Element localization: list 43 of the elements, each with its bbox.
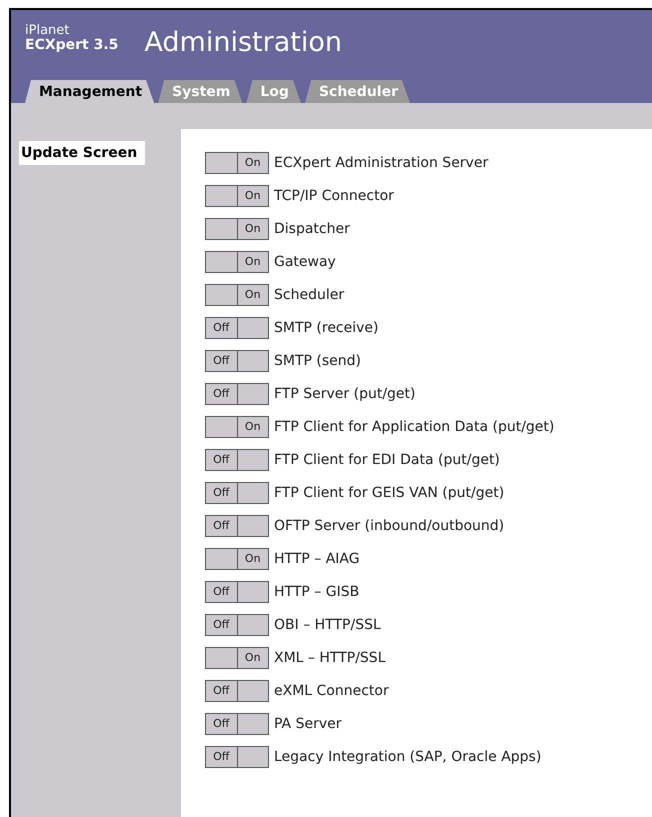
toggle-switch[interactable]: Off (205, 382, 269, 404)
service-label: FTP Client for GEIS VAN (put/get) (274, 484, 504, 500)
toggle-switch[interactable]: Off (205, 712, 269, 734)
service-label: XML – HTTP/SSL (274, 650, 386, 666)
toggle-switch[interactable]: On (205, 646, 269, 668)
brand-name: iPlanet (25, 23, 70, 38)
tab[interactable]: Management (25, 80, 154, 103)
sidebar-item[interactable]: Update Screen (19, 141, 146, 165)
service-label: FTP Server (put/get) (274, 386, 416, 402)
service-label: FTP Client for EDI Data (put/get) (274, 452, 500, 468)
product-name: ECXpert 3.5 (25, 38, 118, 53)
toggle-switch[interactable]: On (205, 284, 269, 306)
toggle-switch[interactable]: On (205, 152, 269, 174)
toggle-switch[interactable]: On (205, 184, 269, 206)
service-label: ECXpert Administration Server (274, 154, 488, 170)
toggle-switch[interactable]: Off (205, 614, 269, 636)
toggle-switch[interactable]: Off (205, 746, 269, 768)
service-label: TCP/IP Connector (274, 188, 394, 204)
toggle-switch[interactable]: Off (205, 680, 269, 702)
service-label: SMTP (receive) (274, 320, 378, 336)
toggle-switch[interactable]: Off (205, 514, 269, 536)
service-label: SMTP (send) (274, 352, 362, 368)
service-label: HTTP – AIAG (274, 550, 360, 566)
service-label: OFTP Server (inbound/outbound) (274, 518, 504, 534)
toggle-switch[interactable]: Off (205, 316, 269, 338)
service-label: HTTP – GISB (274, 584, 360, 600)
service-label: Dispatcher (274, 220, 350, 236)
toggle-switch[interactable]: On (205, 250, 269, 272)
page-title: Administration (144, 27, 342, 58)
service-label: Scheduler (274, 286, 344, 302)
toggle-switch[interactable]: On (205, 416, 269, 438)
service-label: OBI – HTTP/SSL (274, 616, 381, 632)
toggle-switch[interactable]: Off (205, 350, 269, 372)
toggle-switch[interactable]: Off (205, 580, 269, 602)
toggle-switch[interactable]: Off (205, 482, 269, 504)
service-label: FTP Client for Application Data (put/get) (274, 418, 554, 434)
service-label: PA Server (274, 716, 342, 732)
service-label: Gateway (274, 254, 336, 270)
toggle-switch[interactable]: On (205, 218, 269, 240)
service-label: Legacy Integration (SAP, Oracle Apps) (274, 748, 542, 764)
toggle-switch[interactable]: Off (205, 448, 269, 470)
service-label: eXML Connector (274, 682, 389, 698)
toggle-switch[interactable]: On (205, 548, 269, 570)
